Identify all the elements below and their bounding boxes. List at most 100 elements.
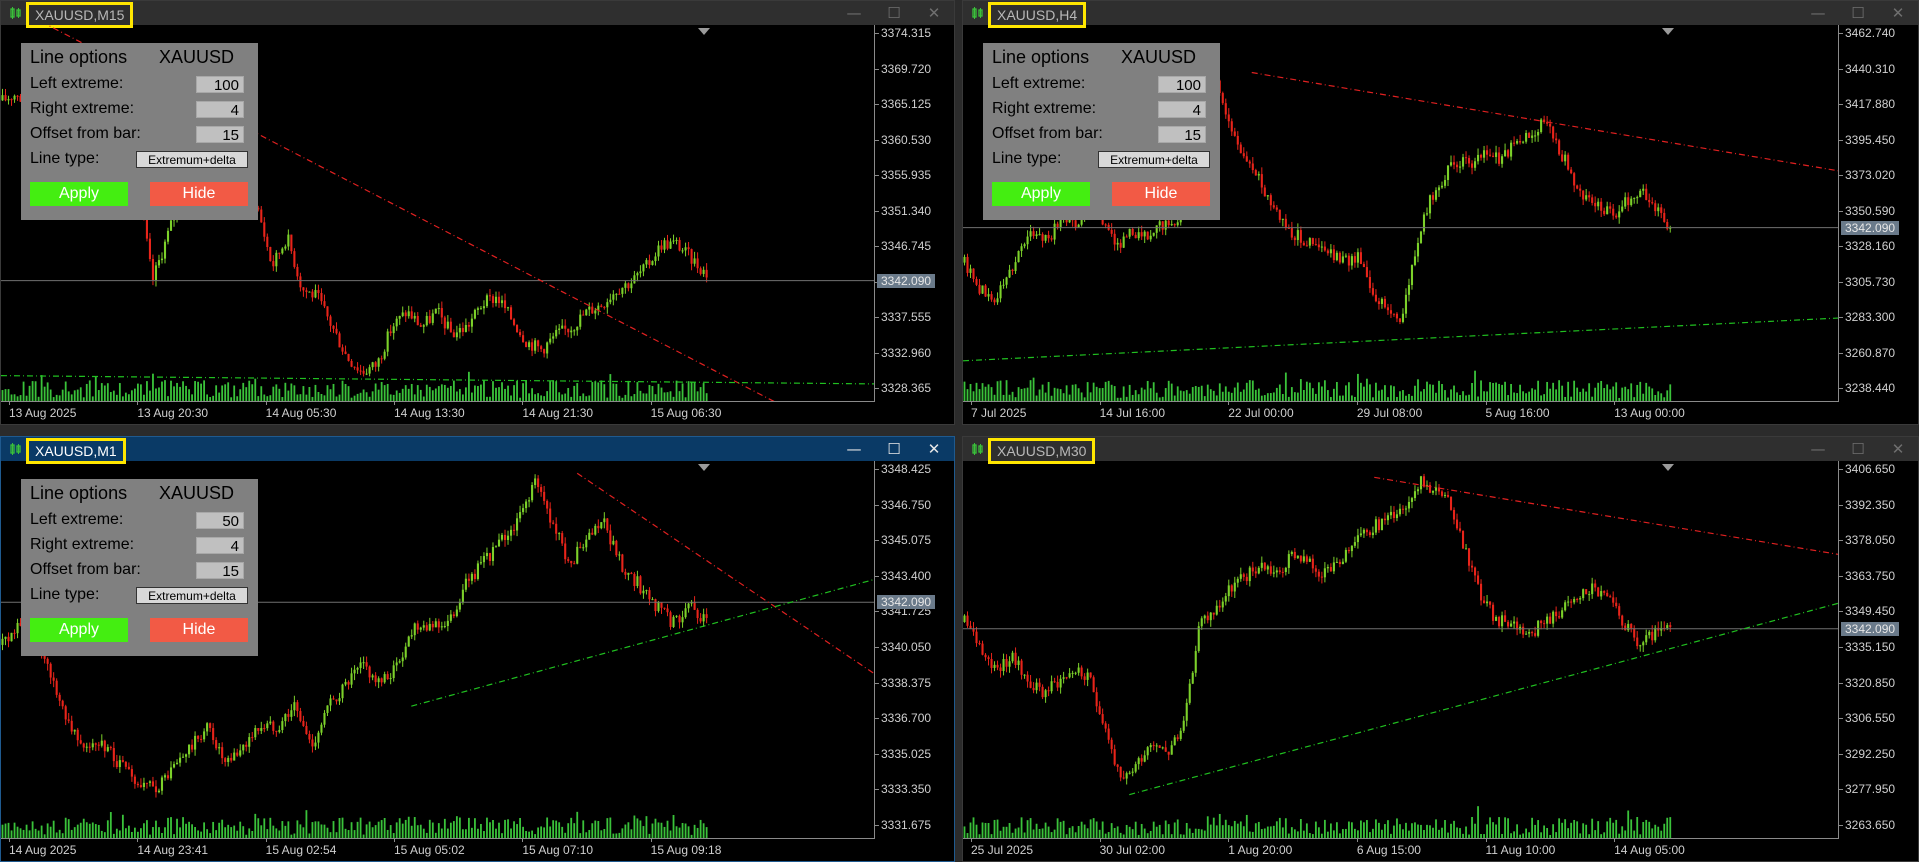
volume-bar: [1429, 825, 1431, 839]
volume-bar: [64, 817, 67, 839]
volume-bar: [1032, 377, 1035, 402]
candle-body: [1254, 571, 1257, 574]
offset-from-bar-input[interactable]: 15: [196, 562, 244, 580]
candle-body: [1395, 514, 1399, 519]
price-scale[interactable]: 3374.315 3369.720 3365.125 3360.530 3355.935…: [874, 25, 954, 402]
close-button[interactable]: ✕: [1878, 1, 1918, 25]
close-button[interactable]: ✕: [914, 437, 954, 461]
close-button[interactable]: ✕: [914, 1, 954, 25]
chart-window-2[interactable]: XAUUSD,H4— ☐ ✕ 3462.740 3440.310 3417.880 3395…: [962, 0, 1919, 425]
maximize-button[interactable]: ☐: [1838, 1, 1878, 25]
line-options-panel[interactable]: Line options XAUUSD Left extreme: 100 Right …: [21, 43, 258, 220]
candle-body: [522, 335, 525, 343]
window-titlebar[interactable]: XAUUSD,M15— ☐ ✕: [1, 1, 954, 28]
candle-body: [696, 258, 699, 269]
candle-body: [1287, 554, 1290, 568]
candle-body: [516, 324, 519, 333]
time-scale[interactable]: 13 Aug 2025 13 Aug 20:30 14 Aug 05:30 14 Au…: [1, 401, 874, 424]
candle-body: [1455, 164, 1459, 168]
chart-window-3[interactable]: XAUUSD,M1— ☐ ✕ 3348.425 3346.750 3345.075 3343…: [0, 436, 955, 862]
maximize-button[interactable]: ☐: [1838, 437, 1878, 461]
chart-window-4[interactable]: XAUUSD,M30— ☐ ✕ 3406.650 3392.350 3378.050 336…: [962, 436, 1919, 862]
offset-from-bar-input[interactable]: 15: [196, 126, 244, 144]
time-scale[interactable]: 25 Jul 2025 30 Jul 02:00 1 Aug 20:00 6 Aug …: [963, 838, 1838, 861]
price-chart[interactable]: [963, 461, 1838, 839]
resistance-trendline[interactable]: [1251, 71, 1838, 172]
left-extreme-input[interactable]: 100: [196, 76, 244, 94]
price-scale[interactable]: 3462.740 3440.310 3417.880 3395.450 3373.020…: [1838, 25, 1918, 402]
volume-bar: [1654, 824, 1657, 839]
candle-body: [1401, 313, 1405, 322]
right-extreme-input[interactable]: 4: [196, 101, 244, 119]
candle-body: [425, 625, 428, 631]
hide-button[interactable]: Hide: [150, 182, 248, 206]
resistance-trendline[interactable]: [576, 472, 874, 674]
price-scale[interactable]: 3406.650 3392.350 3378.050 3363.750 3349.450…: [1838, 461, 1918, 839]
volume-bar: [1206, 816, 1209, 839]
chart-window-1[interactable]: XAUUSD,M15— ☐ ✕ 3374.315 3369.720 3365.125 336…: [0, 0, 955, 425]
apply-button[interactable]: Apply: [30, 618, 128, 642]
close-button[interactable]: ✕: [1878, 437, 1918, 461]
window-titlebar[interactable]: XAUUSD,M1— ☐ ✕: [1, 437, 954, 464]
line-options-panel[interactable]: Line options XAUUSD Left extreme: 100 Right …: [983, 43, 1220, 220]
volume-bar: [290, 383, 293, 402]
volume-bar: [1323, 380, 1326, 402]
support-trendline[interactable]: [963, 317, 1838, 362]
candle-body: [296, 266, 299, 277]
apply-button[interactable]: Apply: [30, 182, 128, 206]
volume-bar: [681, 383, 684, 402]
candle-body: [570, 560, 573, 564]
price-scale[interactable]: 3348.425 3346.750 3345.075 3343.400 3341.725…: [874, 461, 954, 839]
offset-from-bar-input[interactable]: 15: [1158, 126, 1206, 144]
minimize-button[interactable]: —: [834, 1, 874, 25]
candle-body: [585, 539, 588, 548]
support-trendline[interactable]: [411, 578, 874, 707]
left-extreme-input[interactable]: 100: [1158, 76, 1206, 94]
candle-body: [1221, 601, 1224, 608]
right-extreme-input[interactable]: 4: [196, 537, 244, 555]
maximize-button[interactable]: ☐: [874, 1, 914, 25]
resistance-trendline[interactable]: [1374, 476, 1838, 555]
candle-body: [1588, 195, 1591, 198]
chart-shift-marker[interactable]: [1661, 28, 1674, 35]
window-titlebar[interactable]: XAUUSD,M30— ☐ ✕: [963, 437, 1918, 464]
left-extreme-input[interactable]: 50: [196, 512, 244, 530]
line-type-label: Line type:: [30, 150, 100, 167]
time-scale[interactable]: 14 Aug 2025 14 Aug 23:41 15 Aug 02:54 15 Au…: [1, 838, 874, 861]
price-tick-label: 3335.150: [1838, 640, 1896, 654]
support-trendline[interactable]: [1, 375, 874, 385]
hide-button[interactable]: Hide: [150, 618, 248, 642]
right-extreme-input[interactable]: 4: [1158, 101, 1206, 119]
line-type-select[interactable]: Extremum+delta: [1098, 151, 1210, 168]
line-options-panel[interactable]: Line options XAUUSD Left extreme: 50 Right e…: [21, 479, 258, 656]
maximize-button[interactable]: ☐: [874, 437, 914, 461]
candle-body: [1116, 764, 1119, 767]
candle-body: [308, 734, 311, 740]
apply-button[interactable]: Apply: [992, 182, 1090, 206]
window-titlebar[interactable]: XAUUSD,H4— ☐ ✕: [963, 1, 1918, 28]
chart-shift-marker[interactable]: [698, 464, 711, 471]
volume-bar: [519, 818, 521, 839]
candle-body: [491, 547, 495, 561]
candle-body: [615, 293, 618, 295]
chart-shift-marker[interactable]: [1661, 464, 1674, 471]
candle-body: [1248, 161, 1251, 164]
line-type-select[interactable]: Extremum+delta: [136, 151, 248, 168]
candle-body: [1486, 601, 1489, 604]
minimize-button[interactable]: —: [834, 437, 874, 461]
candle-body: [431, 623, 434, 628]
time-scale[interactable]: 7 Jul 2025 14 Jul 16:00 22 Jul 00:00 29 Jul…: [963, 401, 1838, 424]
hide-button[interactable]: Hide: [1112, 182, 1210, 206]
support-trendline[interactable]: [1129, 602, 1838, 796]
line-type-select[interactable]: Extremum+delta: [136, 587, 248, 604]
volume-bar: [570, 817, 573, 839]
candle-body: [1131, 228, 1134, 235]
candle-body: [503, 534, 507, 540]
volume-bar: [118, 383, 121, 402]
minimize-button[interactable]: —: [1798, 437, 1838, 461]
chart-shift-marker[interactable]: [698, 28, 711, 35]
volume-bar: [672, 814, 675, 839]
candle-body: [380, 678, 383, 683]
minimize-button[interactable]: —: [1798, 1, 1838, 25]
volume-bar: [1384, 385, 1386, 402]
